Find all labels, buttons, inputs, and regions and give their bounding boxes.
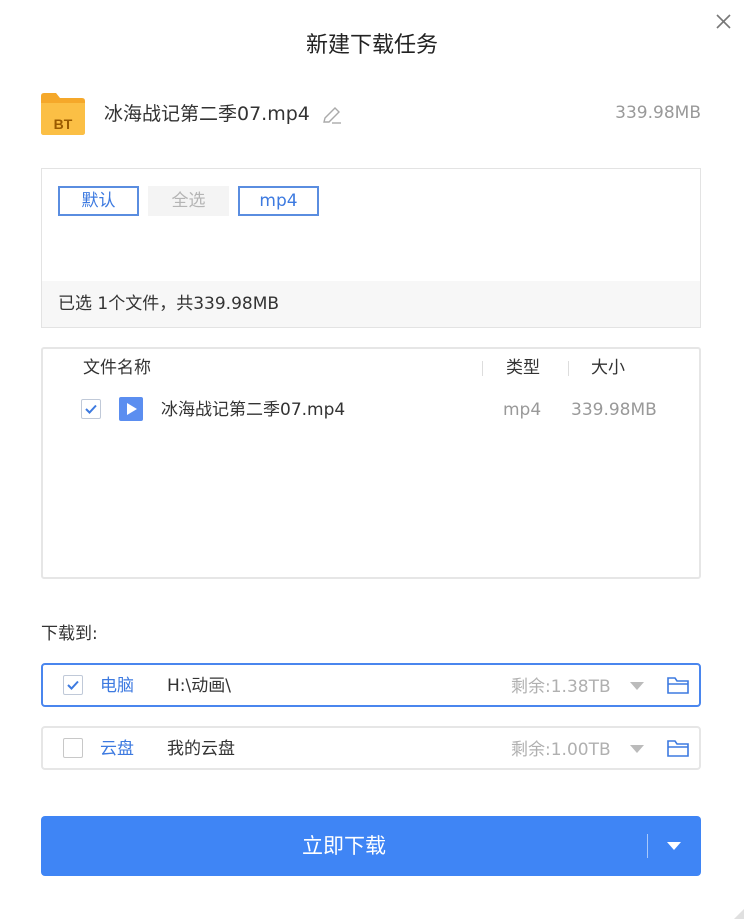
column-header-type[interactable]: 类型 [506,357,540,379]
torrent-header: BT 冰海战记第二季07.mp4 339.98MB [40,88,701,138]
filter-panel: 默认 全选 mp4 已选 1个文件，共339.98MB [41,168,701,328]
destination-computer-free-space: 剩余:1.38TB [511,677,611,697]
download-now-button[interactable]: 立即下载 [41,816,701,876]
destination-computer-checkbox[interactable] [63,675,83,695]
file-row-size: 339.98MB [571,400,657,420]
chevron-down-icon[interactable] [628,679,646,693]
filter-select-all-button[interactable]: 全选 [148,186,229,216]
torrent-size: 339.98MB [615,103,701,123]
chevron-down-icon[interactable] [628,742,646,756]
file-row-name: 冰海战记第二季07.mp4 [161,400,346,420]
destination-cloud-name: 云盘 [100,739,134,759]
column-separator[interactable] [482,361,483,376]
file-list: 文件名称 类型 大小 冰海战记第二季07.mp4 mp4 339.98MB [41,347,701,579]
download-now-label: 立即下载 [302,834,386,858]
close-button[interactable] [710,8,736,34]
file-row-type: mp4 [503,400,542,420]
checkmark-icon [85,404,97,414]
destination-computer-name: 电脑 [100,676,134,696]
caret-down-icon [667,842,681,850]
selection-summary: 已选 1个文件，共339.98MB [42,281,700,327]
destination-cloud[interactable]: 云盘 我的云盘 剩余:1.00TB [41,726,701,770]
filter-mp4-button[interactable]: mp4 [238,186,319,216]
column-separator[interactable] [568,361,569,376]
destination-computer-path[interactable]: H:\动画\ [167,675,231,697]
close-icon [716,14,731,29]
bt-icon-label: BT [54,116,73,132]
destination-computer[interactable]: 电脑 H:\动画\ 剩余:1.38TB [41,663,701,707]
folder-icon[interactable] [666,737,690,759]
torrent-file-name: 冰海战记第二季07.mp4 [104,103,310,125]
edit-icon[interactable] [320,103,344,127]
destination-cloud-free-space: 剩余:1.00TB [511,740,611,760]
download-options-dropdown[interactable] [648,816,701,876]
destination-cloud-checkbox[interactable] [63,738,83,758]
resize-grip-icon[interactable] [730,905,744,919]
file-row-checkbox[interactable] [81,399,101,419]
new-download-dialog: 新建下载任务 BT 冰海战记第二季07.mp4 339.98MB 默认 全选 m… [0,0,744,919]
folder-icon[interactable] [666,674,690,696]
destination-cloud-path[interactable]: 我的云盘 [167,738,235,760]
filter-default-button[interactable]: 默认 [58,186,139,216]
column-header-size[interactable]: 大小 [591,357,625,379]
video-play-icon [119,397,143,421]
bt-folder-icon: BT [41,93,85,135]
dialog-title: 新建下载任务 [305,33,438,58]
file-row[interactable]: 冰海战记第二季07.mp4 mp4 339.98MB [43,395,699,427]
checkmark-icon [67,680,79,690]
column-header-name[interactable]: 文件名称 [83,357,151,379]
download-to-label: 下载到: [41,624,98,644]
